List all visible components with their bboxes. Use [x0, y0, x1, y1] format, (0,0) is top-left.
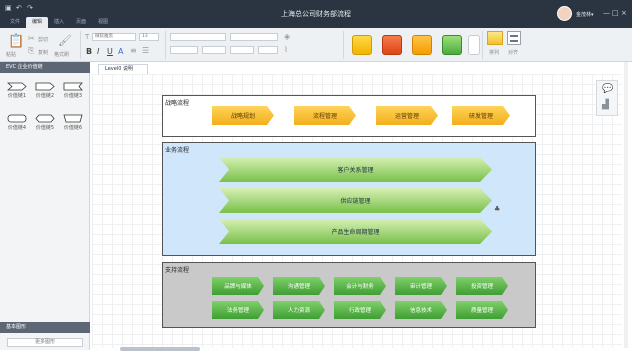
- library-header[interactable]: EVC 企业价值链: [0, 62, 90, 73]
- chevron-shape-icon: [7, 82, 27, 91]
- shape-value-chain-5[interactable]: 价值链5: [34, 114, 56, 131]
- vertical-scrollbar[interactable]: [624, 62, 628, 348]
- shape-label: 价值链3: [63, 93, 83, 99]
- align-label[interactable]: 对齐: [508, 49, 518, 56]
- process-hr[interactable]: 人力资源: [273, 301, 325, 319]
- document-tab[interactable]: Level0 说明: [98, 64, 148, 74]
- arrange-label[interactable]: 排列: [489, 49, 499, 56]
- comment-icon[interactable]: 💬: [602, 84, 613, 94]
- shape-label: 价值链1: [7, 93, 27, 99]
- banner-shape-icon: [63, 114, 83, 123]
- paste-icon[interactable]: 📋: [8, 34, 24, 49]
- process-investment[interactable]: 投资管理: [456, 277, 508, 295]
- shape-value-chain-2[interactable]: 价值链2: [34, 82, 56, 99]
- pentagon-shape-icon: [35, 82, 55, 91]
- maximize-icon[interactable]: □: [612, 9, 619, 17]
- right-tool-panel: 💬 ▟: [596, 80, 618, 116]
- line-color-icon[interactable]: ⌇: [284, 45, 288, 54]
- chart-icon[interactable]: ▟: [602, 100, 609, 110]
- format-painter-label[interactable]: 格式刷: [54, 51, 69, 58]
- horizontal-scrollbar[interactable]: [120, 347, 200, 351]
- process-communication[interactable]: 沟通管理: [273, 277, 325, 295]
- ribbon-separator: [482, 31, 483, 59]
- ribbon-separator: [343, 31, 344, 59]
- process-brand-media[interactable]: 品牌与媒体: [212, 277, 264, 295]
- process-rnd-management[interactable]: 研发管理: [452, 106, 510, 125]
- notched-shape-icon: [63, 82, 83, 91]
- font-size-select[interactable]: 13: [139, 33, 159, 41]
- arrange-icon[interactable]: [487, 31, 503, 45]
- copy-label[interactable]: 复制: [38, 49, 48, 56]
- lane-title: 战略流程: [165, 100, 190, 107]
- lane-title: 业务流程: [165, 147, 190, 154]
- window-title: 上海总公司财务部流程: [281, 10, 351, 18]
- close-icon[interactable]: ×: [621, 9, 627, 17]
- text-icon: T: [85, 33, 90, 41]
- font-family-select[interactable]: 微软雅黑: [92, 33, 136, 41]
- process-audit[interactable]: 审计管理: [395, 277, 447, 295]
- ribbon-separator: [80, 31, 81, 59]
- align-icon[interactable]: [507, 31, 521, 45]
- shape-value-chain-3[interactable]: 价值链3: [62, 82, 84, 99]
- underline-button[interactable]: U: [107, 47, 113, 56]
- shape-label: 价值链4: [7, 125, 27, 131]
- process-quality[interactable]: 质量管理: [456, 301, 508, 319]
- arrow-end-select[interactable]: [258, 46, 278, 54]
- process-crm[interactable]: 客户关系管理: [219, 157, 492, 182]
- arrow-start-select[interactable]: [230, 46, 254, 54]
- title-bar: ▣ ↶ ↷ 文件 编辑 插入 页面 视图 上海总公司财务部流程 金茂林▾ — □…: [0, 0, 632, 28]
- copy-icon[interactable]: ⎘: [28, 46, 34, 56]
- avatar[interactable]: [557, 6, 572, 21]
- shape-value-chain-4[interactable]: 价值链4: [6, 114, 28, 131]
- format-painter-icon[interactable]: 🖌: [58, 34, 72, 47]
- shape-label: 价值链2: [35, 93, 55, 99]
- cut-label[interactable]: 剪切: [38, 36, 48, 43]
- list-icon[interactable]: ☰: [142, 46, 149, 55]
- line-width-select[interactable]: [230, 33, 278, 41]
- process-administration[interactable]: 行政管理: [334, 301, 386, 319]
- user-name[interactable]: 金茂林▾: [576, 11, 594, 18]
- style-swatch-red[interactable]: [382, 35, 402, 55]
- connector-select[interactable]: [170, 46, 198, 54]
- shape-value-chain-6[interactable]: 价值链6: [62, 114, 84, 131]
- shape-label: 价值链6: [63, 125, 83, 131]
- hexagon-shape-icon: [35, 114, 55, 123]
- process-strategy-planning[interactable]: 战略规划: [212, 106, 274, 125]
- minimize-icon[interactable]: —: [603, 9, 610, 17]
- line-style-select[interactable]: [170, 33, 226, 41]
- cut-icon[interactable]: ✂: [28, 34, 35, 43]
- shape-library: EVC 企业价值链 价值链1 价值链2 价值链3 价值链4 价值链5 价值链6 …: [0, 62, 90, 350]
- style-swatch-green[interactable]: [442, 35, 462, 55]
- more-shapes-button[interactable]: 更多图形: [7, 338, 83, 347]
- rounded-rect-shape-icon: [7, 114, 27, 123]
- fill-icon[interactable]: ◈: [284, 32, 290, 41]
- process-plm[interactable]: 产品生命周期管理: [219, 219, 492, 244]
- ribbon-separator: [165, 31, 166, 59]
- align-text-icon[interactable]: ≡: [130, 46, 137, 55]
- process-accounting-finance[interactable]: 会计与财务: [334, 277, 386, 295]
- style-swatch-orange[interactable]: [412, 35, 432, 55]
- line-dash-select[interactable]: [202, 46, 226, 54]
- shape-value-chain-1[interactable]: 价值链1: [6, 82, 28, 99]
- process-supply-chain[interactable]: 供应链管理: [219, 188, 492, 213]
- connector-node-icon[interactable]: ♣: [494, 205, 500, 213]
- process-it[interactable]: 信息技术: [395, 301, 447, 319]
- process-operations-management[interactable]: 运营管理: [376, 106, 438, 125]
- paste-label[interactable]: 粘贴: [6, 51, 16, 58]
- style-swatch-white[interactable]: [468, 35, 480, 55]
- font-color-button[interactable]: A: [118, 47, 123, 56]
- lane-title: 支持流程: [165, 267, 190, 274]
- style-swatch-yellow[interactable]: [352, 35, 372, 55]
- italic-button[interactable]: I: [97, 47, 99, 56]
- shape-label: 价值链5: [35, 125, 55, 131]
- process-legal[interactable]: 法务管理: [212, 301, 264, 319]
- process-process-management[interactable]: 流程管理: [294, 106, 356, 125]
- bold-button[interactable]: B: [86, 47, 92, 56]
- basic-shapes-header[interactable]: 基本图形: [0, 322, 90, 333]
